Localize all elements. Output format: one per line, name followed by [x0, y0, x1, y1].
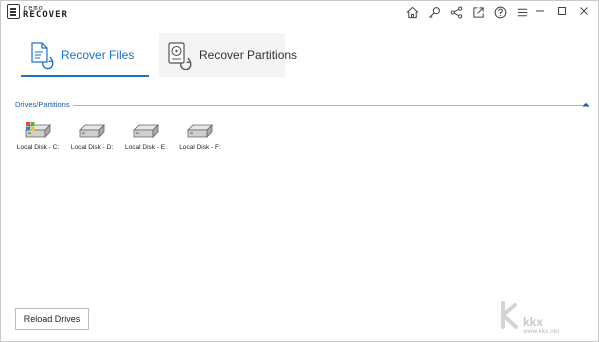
drive-list: Local Disk - C: Local Disk - D: Local Di…: [11, 121, 227, 151]
drives-section-header: Drives/Partitions: [15, 100, 591, 112]
drive-item-e[interactable]: Local Disk - E:: [119, 121, 173, 151]
watermark-logo-icon: [501, 301, 518, 329]
share-icon[interactable]: [445, 3, 467, 21]
drive-item-d[interactable]: Local Disk - D:: [65, 121, 119, 151]
logo-text-bottom: RECOVER: [23, 9, 68, 20]
maximize-icon[interactable]: [551, 2, 573, 20]
toolbar: [401, 3, 533, 21]
tab-recover-partitions[interactable]: Recover Partitions: [159, 33, 297, 77]
watermark: kkx www.kkx.net: [499, 299, 589, 335]
watermark-url: www.kkx.net: [523, 328, 560, 335]
drive-item-c[interactable]: Local Disk - C:: [11, 121, 65, 151]
drive-label: Local Disk - D:: [70, 144, 114, 151]
tab-recover-files-label: Recover Files: [61, 48, 135, 62]
close-icon[interactable]: [573, 2, 595, 20]
drive-label: Local Disk - F:: [179, 144, 221, 151]
drive-icon: [79, 124, 105, 138]
app-logo: remo RECOVER: [7, 4, 68, 19]
drive-item-f[interactable]: Local Disk - F:: [173, 121, 227, 151]
window-controls: [529, 2, 595, 20]
tab-recover-partitions-label: Recover Partitions: [199, 48, 298, 62]
key-icon[interactable]: [423, 3, 445, 21]
chevron-up-icon[interactable]: [581, 100, 591, 110]
tab-bar: Recover Files Recover Partitions: [21, 33, 297, 77]
section-divider: [73, 105, 583, 106]
recover-partitions-icon: [168, 42, 192, 70]
drive-icon: [133, 124, 159, 138]
help-icon[interactable]: [489, 3, 511, 21]
recover-files-icon: [31, 42, 54, 70]
home-icon[interactable]: [401, 3, 423, 21]
watermark-text: kkx: [523, 315, 544, 329]
reload-drives-button[interactable]: Reload Drives: [15, 308, 89, 330]
drive-label: Local Disk - E:: [125, 144, 167, 151]
minimize-icon[interactable]: [529, 2, 551, 20]
tab-recover-files[interactable]: Recover Files: [21, 33, 149, 77]
logo-icon: [7, 4, 20, 19]
title-bar: remo RECOVER: [1, 1, 598, 23]
drives-section-title: Drives/Partitions: [15, 100, 72, 109]
app-window: remo RECOVER Recover Files Recover Parti…: [0, 0, 599, 342]
system-drive-icon: [25, 122, 51, 138]
drive-label: Local Disk - C:: [16, 144, 60, 151]
drive-icon: [187, 124, 213, 138]
external-link-icon[interactable]: [467, 3, 489, 21]
